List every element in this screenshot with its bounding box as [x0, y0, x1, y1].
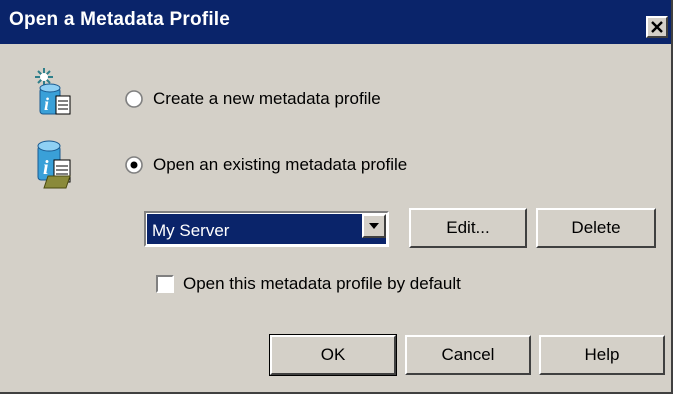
profile-select-selection: My Server — [147, 214, 386, 244]
ok-button[interactable]: OK — [269, 334, 397, 376]
title-bar[interactable]: Open a Metadata Profile — [0, 0, 671, 44]
svg-text:i: i — [44, 94, 49, 114]
existing-profile-icon: i — [37, 140, 71, 189]
metadata-profile-dialog: Open a Metadata Profile i i Create a new… — [0, 0, 673, 394]
cancel-button[interactable]: Cancel — [405, 335, 531, 375]
chevron-down-icon — [369, 223, 379, 229]
new-profile-icon: i — [35, 68, 71, 115]
create-new-label[interactable]: Create a new metadata profile — [153, 89, 381, 109]
help-button[interactable]: Help — [539, 335, 665, 375]
profile-select[interactable]: My Server — [144, 211, 389, 247]
delete-button[interactable]: Delete — [536, 208, 656, 248]
edit-button[interactable]: Edit... — [409, 208, 527, 248]
open-existing-radio[interactable] — [124, 155, 144, 175]
close-button[interactable] — [646, 16, 668, 38]
profile-select-value: My Server — [152, 221, 230, 240]
close-icon — [651, 21, 663, 33]
open-existing-label[interactable]: Open an existing metadata profile — [153, 155, 407, 175]
create-new-radio[interactable] — [124, 89, 144, 109]
dialog-title: Open a Metadata Profile — [9, 9, 231, 30]
dropdown-button[interactable] — [362, 214, 386, 238]
open-by-default-checkbox[interactable] — [156, 275, 174, 293]
open-by-default-label[interactable]: Open this metadata profile by default — [183, 274, 461, 294]
